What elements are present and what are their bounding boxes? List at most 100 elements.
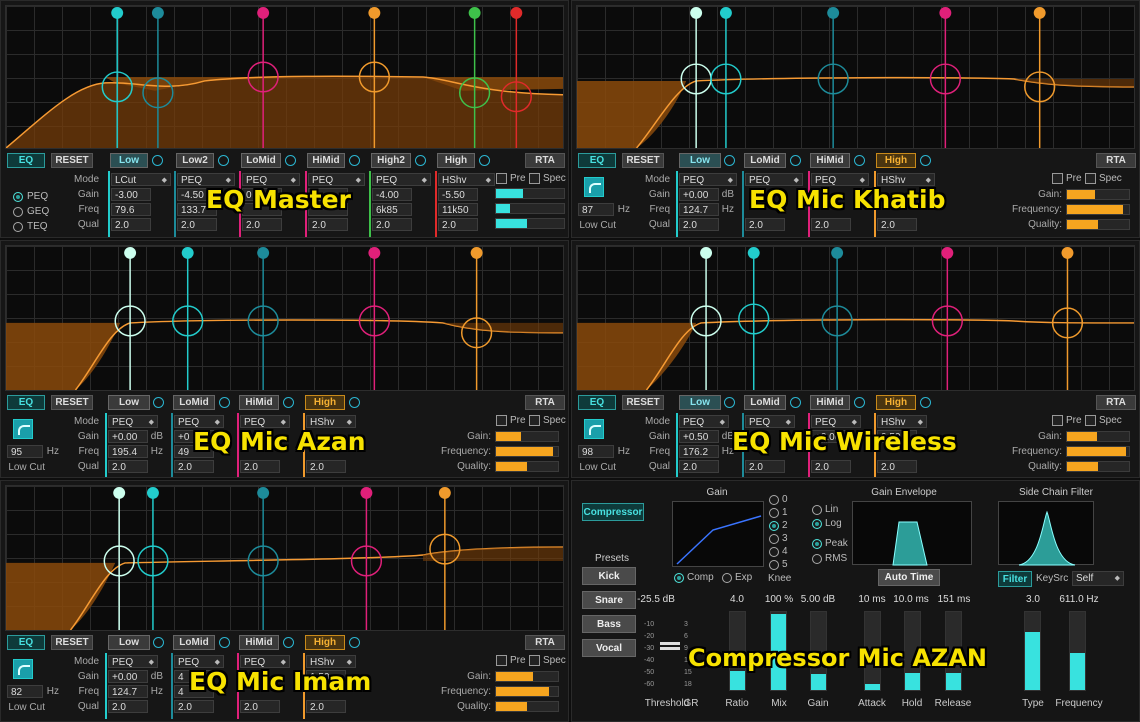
power-icon[interactable]	[920, 155, 931, 166]
qual-field[interactable]: 2.0	[177, 218, 217, 231]
band-low-button[interactable]: Low	[679, 395, 721, 410]
band-low-button[interactable]: Low	[108, 635, 150, 650]
qual-field[interactable]: 2.0	[240, 700, 280, 713]
preset-kick-button[interactable]: Kick	[582, 567, 636, 585]
mode-select[interactable]: PEQ	[108, 655, 158, 668]
power-icon[interactable]	[415, 155, 426, 166]
eq-graph[interactable]	[5, 485, 564, 631]
reset-button[interactable]: RESET	[51, 395, 93, 410]
qual-field[interactable]: 2.0	[679, 460, 719, 473]
band-low-button[interactable]: Low	[679, 153, 721, 168]
band-high-button[interactable]: High	[437, 153, 475, 168]
rta-button[interactable]: RTA	[525, 395, 565, 410]
qual-field[interactable]: 2.0	[679, 218, 719, 231]
low-cut-icon[interactable]	[13, 659, 33, 679]
rta-button[interactable]: RTA	[525, 153, 565, 168]
freq-field[interactable]: 124.7	[108, 685, 148, 698]
eq-button[interactable]: EQ	[578, 395, 616, 410]
low-cut-freq-field[interactable]: 82	[7, 685, 43, 698]
freq-field[interactable]: 79.6	[111, 203, 151, 216]
power-icon[interactable]	[219, 397, 230, 408]
mode-select[interactable]: PEQ	[679, 415, 729, 428]
auto-time-button[interactable]: Auto Time	[878, 569, 940, 586]
compressor-toggle-button[interactable]: Compressor	[582, 503, 644, 521]
band-himid-button[interactable]: HiMid	[307, 153, 345, 168]
eq-graph[interactable]	[576, 5, 1135, 149]
log-radio[interactable]	[812, 519, 822, 529]
reset-button[interactable]: RESET	[622, 395, 664, 410]
knee-radio-3[interactable]	[769, 534, 779, 544]
band-high-button[interactable]: High	[876, 153, 916, 168]
qual-field[interactable]: 2.0	[242, 218, 282, 231]
qual-field[interactable]: 2.0	[811, 218, 851, 231]
gain-field[interactable]: -4.00	[372, 188, 412, 201]
qual-field[interactable]: 2.0	[306, 700, 346, 713]
band-himid-button[interactable]: HiMid	[239, 635, 279, 650]
spec-checkbox[interactable]	[1085, 173, 1096, 184]
mode-select[interactable]: PEQ	[372, 173, 431, 186]
power-icon[interactable]	[854, 397, 865, 408]
power-icon[interactable]	[790, 155, 801, 166]
low-cut-icon[interactable]	[13, 419, 33, 439]
pre-checkbox[interactable]	[1052, 173, 1063, 184]
band-low2-button[interactable]: Low2	[176, 153, 214, 168]
eq-button[interactable]: EQ	[7, 153, 45, 168]
eq-graph[interactable]	[576, 245, 1135, 391]
power-icon[interactable]	[219, 637, 230, 648]
low-cut-icon[interactable]	[584, 419, 604, 439]
pre-checkbox[interactable]	[1052, 415, 1063, 426]
band-lomid-button[interactable]: LoMid	[744, 153, 786, 168]
band-high-button[interactable]: High	[305, 395, 345, 410]
power-icon[interactable]	[218, 155, 229, 166]
power-icon[interactable]	[285, 155, 296, 166]
freq-field[interactable]: 6k85	[372, 203, 412, 216]
keysrc-select[interactable]: Self	[1072, 571, 1124, 586]
knee-radio-1[interactable]	[769, 508, 779, 518]
exp-radio[interactable]	[722, 573, 732, 583]
band-himid-button[interactable]: HiMid	[239, 395, 279, 410]
preset-vocal-button[interactable]: Vocal	[582, 639, 636, 657]
low-cut-freq-field[interactable]: 95	[7, 445, 43, 458]
band-lomid-button[interactable]: LoMid	[744, 395, 786, 410]
band-himid-button[interactable]: HiMid	[810, 153, 850, 168]
spec-checkbox[interactable]	[529, 655, 540, 666]
pre-checkbox[interactable]	[496, 655, 507, 666]
low-cut-freq-field[interactable]: 98	[578, 445, 614, 458]
qual-field[interactable]: 2.0	[811, 460, 851, 473]
gain-envelope-display[interactable]	[852, 501, 972, 566]
eq-graph[interactable]	[5, 5, 564, 149]
qual-field[interactable]: 2.0	[877, 460, 917, 473]
qual-field[interactable]: 2.0	[108, 700, 148, 713]
power-icon[interactable]	[152, 155, 163, 166]
mode-select[interactable]: PEQ	[108, 415, 158, 428]
band-low-button[interactable]: Low	[110, 153, 148, 168]
eq-graph[interactable]	[5, 245, 564, 391]
low-cut-freq-field[interactable]: 87	[578, 203, 614, 216]
gain-field[interactable]: +0.00	[108, 430, 148, 443]
band-lomid-button[interactable]: LoMid	[241, 153, 281, 168]
knee-radio-4[interactable]	[769, 547, 779, 557]
freq-field[interactable]: 124.7	[679, 203, 719, 216]
power-icon[interactable]	[724, 155, 735, 166]
eq-button[interactable]: EQ	[7, 635, 45, 650]
power-icon[interactable]	[349, 637, 360, 648]
gain-field[interactable]: +0.50	[679, 430, 719, 443]
band-himid-button[interactable]: HiMid	[810, 395, 850, 410]
qual-field[interactable]: 2.0	[745, 218, 785, 231]
pre-checkbox[interactable]	[496, 415, 507, 426]
qual-field[interactable]: 2.0	[111, 218, 151, 231]
power-icon[interactable]	[283, 637, 294, 648]
band-high-button[interactable]: High	[876, 395, 916, 410]
gain-field[interactable]: -5.50	[438, 188, 478, 201]
geq-radio[interactable]	[13, 207, 23, 217]
power-icon[interactable]	[920, 397, 931, 408]
qual-field[interactable]: 2.0	[745, 460, 785, 473]
power-icon[interactable]	[349, 397, 360, 408]
pre-checkbox[interactable]	[496, 173, 507, 184]
eq-button[interactable]: EQ	[7, 395, 45, 410]
mode-select[interactable]: HShv	[438, 173, 495, 186]
knee-radio-0[interactable]	[769, 495, 779, 505]
freq-field[interactable]: 176.2	[679, 445, 719, 458]
power-icon[interactable]	[479, 155, 490, 166]
gain-field[interactable]: -3.00	[111, 188, 151, 201]
